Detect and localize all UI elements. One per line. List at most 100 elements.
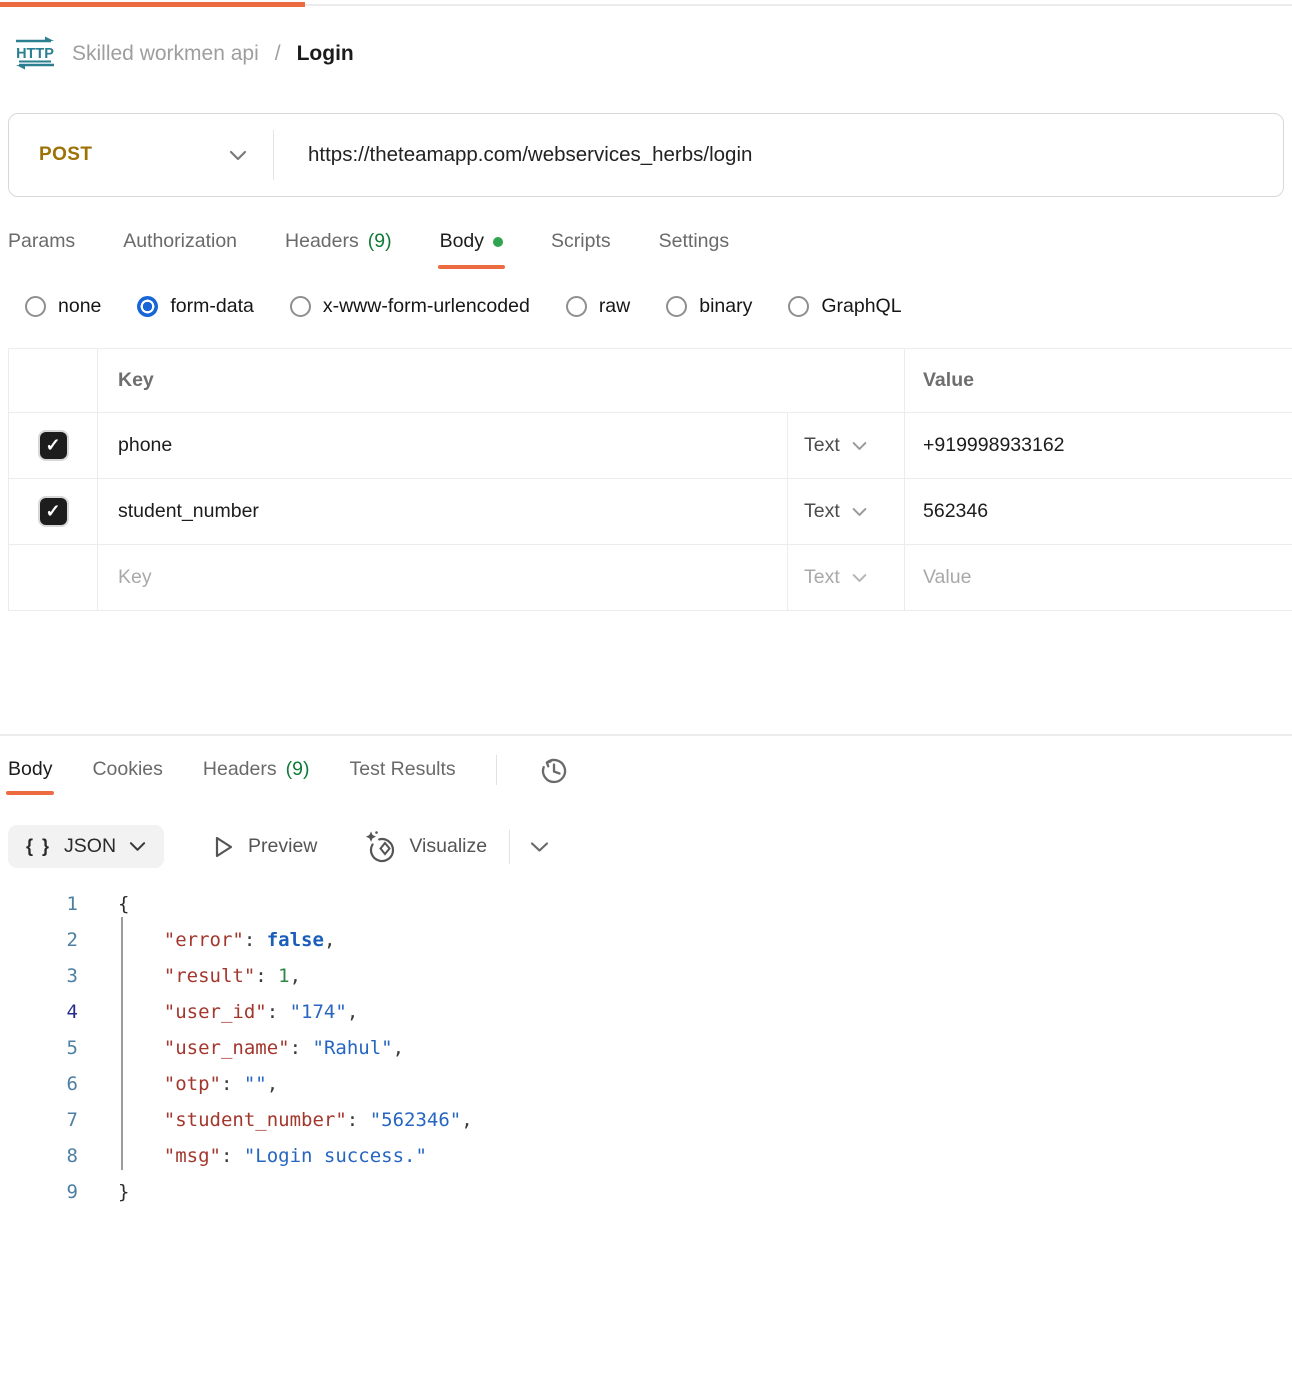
token-str: "Login success." — [244, 1145, 427, 1167]
tab-headers[interactable]: Headers(9) — [285, 230, 392, 269]
code-text: } — [78, 1181, 129, 1203]
radio-icon — [290, 296, 311, 317]
code-text: "result": 1, — [78, 965, 301, 987]
table-row: ✓ student_number Text 562346 — [9, 479, 1292, 545]
token-plain: : — [221, 1145, 244, 1167]
response-toolbar: { } JSON Preview Visualize — [8, 825, 1292, 868]
header-checkbox-cell — [9, 349, 98, 412]
code-text: { — [78, 893, 129, 915]
body-mode-label: none — [58, 295, 101, 318]
type-label: Text — [804, 434, 840, 457]
token-plain — [118, 965, 164, 987]
key-text: student_number — [118, 500, 259, 523]
tab-params[interactable]: Params — [8, 230, 75, 269]
type-select[interactable]: Text — [787, 413, 904, 478]
code-line: 4 "user_id": "174", — [0, 994, 1292, 1030]
token-plain — [118, 1145, 164, 1167]
tab-label: Cookies — [92, 758, 162, 781]
body-mode-form-data[interactable]: form-data — [137, 295, 253, 318]
body-mode-label: form-data — [170, 295, 253, 318]
code-text: "otp": "", — [78, 1073, 278, 1095]
table-row: ✓ phone Text +919998933162 — [9, 413, 1292, 479]
line-number: 5 — [0, 1037, 78, 1059]
body-mode-none[interactable]: none — [25, 295, 101, 318]
tab-label: Body — [8, 758, 52, 781]
tab-count-badge: (9) — [286, 758, 310, 781]
key-cell[interactable]: student_number — [98, 479, 787, 544]
type-select[interactable]: Text — [787, 545, 904, 610]
token-key: "error" — [164, 929, 244, 951]
more-formats-button[interactable] — [530, 841, 549, 853]
key-cell[interactable]: phone — [98, 413, 787, 478]
body-mode-x-www-form-urlencoded[interactable]: x-www-form-urlencoded — [290, 295, 530, 318]
tab-body[interactable]: Body — [8, 758, 52, 795]
tab-scripts[interactable]: Scripts — [551, 230, 611, 269]
type-select[interactable]: Text — [787, 479, 904, 544]
token-plain: : — [221, 1073, 244, 1095]
body-mode-radios: none form-data x-www-form-urlencoded raw bin… — [25, 295, 1292, 318]
value-text: Value — [923, 566, 971, 589]
tab-cookies[interactable]: Cookies — [92, 758, 162, 795]
row-checkbox-cell: ✓ — [9, 413, 98, 478]
key-cell[interactable]: Key — [98, 545, 787, 610]
history-button[interactable] — [537, 753, 571, 787]
token-plain: , — [461, 1109, 472, 1131]
body-mode-binary[interactable]: binary — [666, 295, 752, 318]
url-input[interactable]: https://theteamapp.com/webservices_herbs… — [274, 143, 752, 167]
body-mode-graphql[interactable]: GraphQL — [788, 295, 901, 318]
http-arrows-icon: HTTP — [12, 32, 58, 76]
token-plain: : — [267, 1001, 290, 1023]
token-key: "otp" — [164, 1073, 221, 1095]
tab-test-results[interactable]: Test Results — [349, 758, 455, 795]
tab-label: Body — [440, 230, 484, 253]
response-tabs-divider — [496, 755, 497, 785]
token-plain — [118, 1037, 164, 1059]
request-bar: POST https://theteamapp.com/webservices_… — [8, 113, 1284, 197]
unsaved-changes-dot-icon — [493, 237, 503, 247]
preview-button[interactable]: Preview — [210, 833, 317, 861]
body-mode-label: raw — [599, 295, 630, 318]
token-key: "result" — [164, 965, 256, 987]
value-cell[interactable]: +919998933162 — [904, 413, 1292, 478]
method-label: POST — [39, 144, 92, 166]
value-text: 562346 — [923, 500, 988, 523]
method-select[interactable]: POST — [9, 144, 273, 166]
value-cell[interactable]: Value — [904, 545, 1292, 610]
checkbox-checked-icon[interactable]: ✓ — [40, 432, 67, 459]
tab-label: Params — [8, 230, 75, 253]
line-number: 6 — [0, 1073, 78, 1095]
line-number: 9 — [0, 1181, 78, 1203]
code-line: 7 "student_number": "562346", — [0, 1102, 1292, 1138]
body-mode-raw[interactable]: raw — [566, 295, 630, 318]
play-outline-icon — [210, 833, 236, 861]
code-line: 9} — [0, 1174, 1292, 1210]
value-cell[interactable]: 562346 — [904, 479, 1292, 544]
token-str: "562346" — [370, 1109, 462, 1131]
toolbar-divider — [509, 830, 510, 864]
response-tabs: Body Cookies Headers(9) Test Results — [0, 753, 1292, 799]
tab-label: Test Results — [349, 758, 455, 781]
row-checkbox-cell: ✓ — [9, 479, 98, 544]
tab-headers[interactable]: Headers(9) — [203, 758, 310, 795]
breadcrumb-collection[interactable]: Skilled workmen api — [72, 42, 259, 66]
token-bool: false — [267, 929, 324, 951]
visualize-button[interactable]: Visualize — [363, 830, 487, 864]
code-line: 6 "otp": "", — [0, 1066, 1292, 1102]
code-text: "error": false, — [78, 929, 335, 951]
tab-body[interactable]: Body — [440, 230, 503, 269]
breadcrumb-request-name[interactable]: Login — [297, 42, 354, 66]
code-line: 5 "user_name": "Rahul", — [0, 1030, 1292, 1066]
table-header-row: Key Value — [9, 349, 1292, 413]
line-number: 8 — [0, 1145, 78, 1167]
tab-label: Authorization — [123, 230, 237, 253]
chevron-down-icon — [530, 841, 549, 853]
tab-authorization[interactable]: Authorization — [123, 230, 237, 269]
token-plain: : — [290, 1037, 313, 1059]
checkbox-checked-icon[interactable]: ✓ — [40, 498, 67, 525]
pane-divider[interactable] — [0, 734, 1292, 736]
response-format-select[interactable]: { } JSON — [8, 825, 164, 868]
token-str: "Rahul" — [313, 1037, 393, 1059]
radio-icon — [566, 296, 587, 317]
code-text: "msg": "Login success." — [78, 1145, 427, 1167]
tab-settings[interactable]: Settings — [659, 230, 729, 269]
